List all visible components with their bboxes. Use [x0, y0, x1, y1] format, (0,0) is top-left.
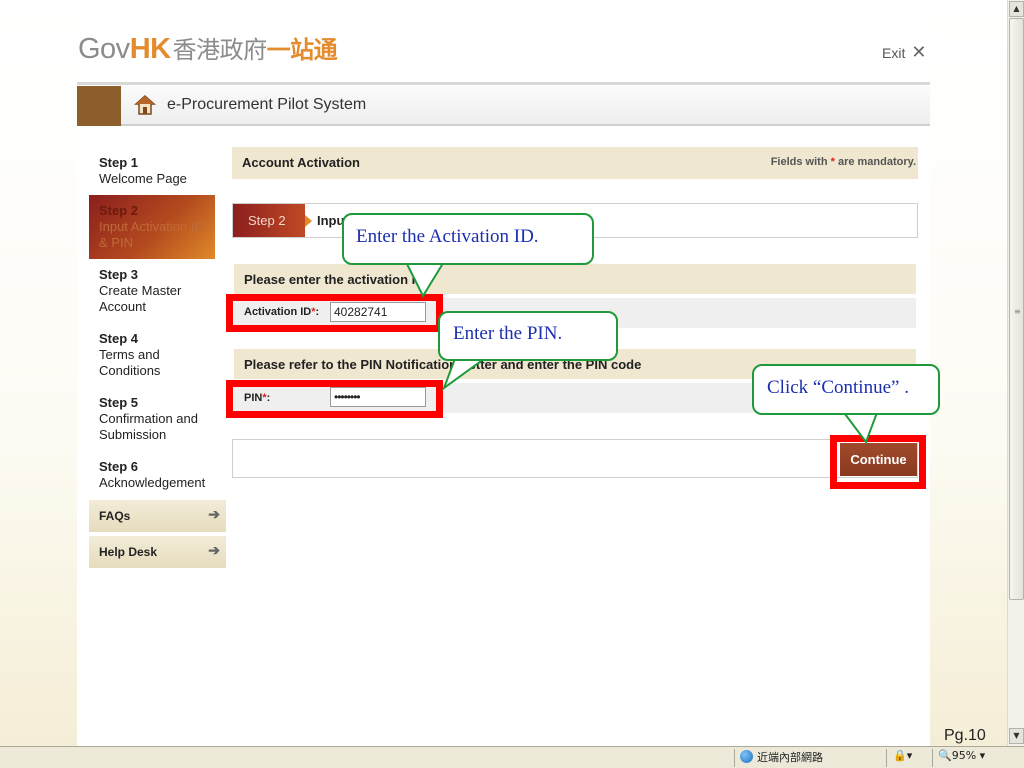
faqs-link[interactable]: FAQs ➔: [89, 500, 226, 532]
sidebar-step-1: Step 1 Welcome Page: [99, 155, 217, 187]
faqs-label: FAQs: [99, 509, 131, 523]
pin-callout: Enter the PIN.: [438, 311, 618, 361]
header-divider: [77, 82, 930, 85]
arrow-right-icon: ➔: [208, 506, 220, 522]
magnifier-icon: 🔍: [938, 749, 952, 762]
vertical-scrollbar[interactable]: ▲ ≡ ▼: [1007, 0, 1024, 746]
govhk-logo[interactable]: GovHK香港政府一站通: [78, 30, 338, 66]
protected-mode-icon[interactable]: 🔒▾: [893, 749, 912, 762]
step-label: Confirmation and Submission: [99, 411, 198, 442]
step-number: Step 6: [99, 459, 139, 474]
system-bar-accent: [77, 86, 121, 126]
sidebar-step-5: Step 5 Confirmation and Submission: [99, 395, 217, 443]
mandatory-note: Fields with * are mandatory.: [771, 156, 916, 168]
activation-highlight-box: [226, 294, 443, 332]
continue-callout-text: Click “Continue” .: [767, 377, 909, 398]
mandatory-suffix: are mandatory.: [834, 156, 916, 168]
step-number: Step 5: [99, 395, 139, 410]
action-bar: [232, 439, 918, 478]
arrow-right-icon: ➔: [208, 542, 220, 558]
section-header: Account Activation Fields with * are man…: [232, 147, 918, 179]
sidebar-step-3: Step 3 Create Master Account: [99, 267, 217, 315]
activation-heading-bar: Please enter the activation ID: [234, 264, 916, 294]
page-number: Pg.10: [944, 727, 986, 744]
continue-callout: Click “Continue” .: [752, 364, 940, 415]
step-label: Terms and Conditions: [99, 347, 161, 378]
sidebar-step-2-active: Step 2 Input Activation ID & PIN: [89, 195, 215, 259]
section-title: Account Activation: [242, 155, 360, 170]
step-tag: Step 2: [233, 204, 305, 237]
system-title-bar: e-Procurement Pilot System: [77, 86, 930, 126]
pin-highlight-box: [226, 380, 443, 418]
close-icon[interactable]: ✕: [911, 42, 926, 62]
exit-link[interactable]: Exit ✕: [882, 42, 926, 63]
browser-status-bar: 近端內部網路 🔒▾ 🔍95% ▾: [0, 746, 1024, 768]
scroll-thumb[interactable]: ≡: [1009, 18, 1024, 600]
help-desk-label: Help Desk: [99, 545, 158, 559]
system-title: e-Procurement Pilot System: [167, 96, 367, 113]
step-label: Welcome Page: [99, 171, 187, 186]
globe-icon: [740, 750, 753, 763]
chevron-down-icon: ▾: [979, 749, 986, 762]
step-number: Step 4: [99, 331, 139, 346]
activation-callout: Enter the Activation ID.: [342, 213, 594, 265]
logo-gov-text: Gov: [78, 33, 130, 65]
zoom-control[interactable]: 🔍95% ▾: [938, 749, 985, 762]
logo-zh-gov-text: 香港政府: [172, 37, 268, 64]
logo-zh-onestop-text: 一站通: [266, 37, 338, 64]
zone-label: 近端內部網路: [757, 751, 823, 764]
sidebar-step-6: Step 6 Acknowledgement: [99, 459, 217, 491]
zoom-level: 95%: [951, 749, 977, 762]
grip-icon: ≡: [1014, 307, 1021, 316]
step-tag-arrow: [305, 215, 312, 227]
activation-callout-text: Enter the Activation ID.: [356, 226, 539, 247]
pin-callout-text: Enter the PIN.: [453, 323, 563, 344]
scroll-down-icon[interactable]: ▼: [1009, 728, 1024, 744]
step-number: Step 3: [99, 267, 139, 282]
step-label: Input Activation ID & PIN: [99, 219, 204, 250]
sidebar-step-4: Step 4 Terms and Conditions: [99, 331, 217, 379]
help-desk-link[interactable]: Help Desk ➔: [89, 536, 226, 568]
security-zone[interactable]: 近端內部網路: [740, 749, 823, 765]
status-divider: [734, 749, 735, 767]
house-icon: [134, 94, 156, 121]
mandatory-prefix: Fields with: [770, 156, 831, 168]
step-label: Acknowledgement: [99, 475, 206, 490]
status-divider: [932, 749, 933, 767]
step-number: Step 1: [99, 155, 139, 170]
step-label: Create Master Account: [99, 283, 182, 314]
scroll-up-icon[interactable]: ▲: [1009, 1, 1024, 17]
status-divider: [886, 749, 887, 767]
exit-label: Exit: [882, 45, 906, 61]
logo-hk-text: HK: [129, 33, 171, 65]
step-tag-label: Step 2: [248, 213, 286, 228]
step-number: Step 2: [99, 203, 139, 218]
